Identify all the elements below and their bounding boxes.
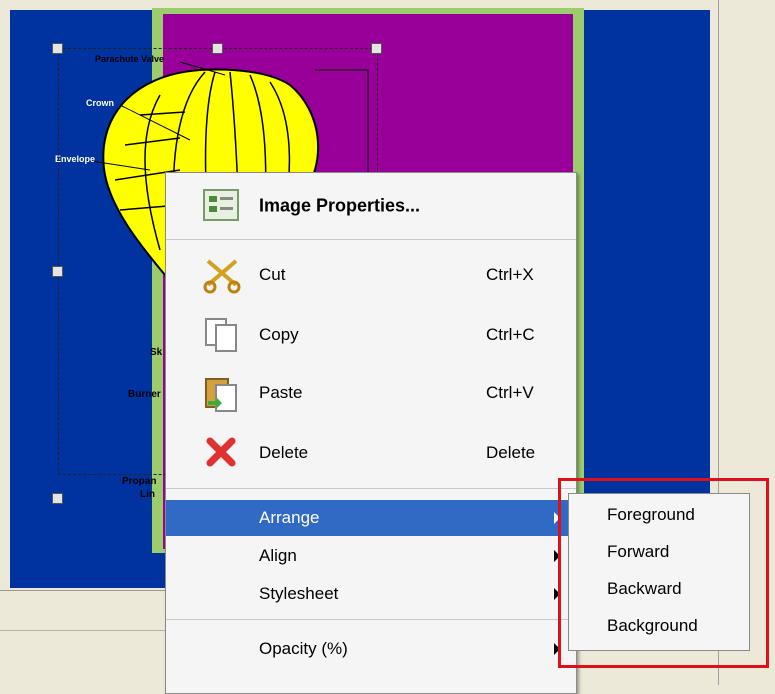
paste-label: Paste xyxy=(259,383,303,402)
menu-item-arrange[interactable]: Arrange xyxy=(166,500,576,536)
resize-handle-top-center[interactable] xyxy=(212,43,223,54)
menu-separator xyxy=(166,239,576,240)
arrange-label: Arrange xyxy=(259,508,320,527)
opacity-label: Opacity (%) xyxy=(259,639,348,658)
image-properties-label: Image Properties... xyxy=(259,195,421,216)
menu-item-delete[interactable]: Delete Delete xyxy=(166,429,576,477)
resize-handle-top-left[interactable] xyxy=(52,43,63,54)
menu-item-align[interactable]: Align xyxy=(166,538,576,574)
paste-shortcut: Ctrl+V xyxy=(486,383,534,402)
menu-item-opacity[interactable]: Opacity (%) xyxy=(166,631,576,667)
menu-item-image-properties[interactable]: Image Properties... xyxy=(166,180,576,232)
align-label: Align xyxy=(259,546,297,565)
paste-icon xyxy=(202,373,242,413)
menu-item-stylesheet[interactable]: Stylesheet xyxy=(166,576,576,612)
menu-item-paste[interactable]: Paste Ctrl+V xyxy=(166,369,576,417)
cut-shortcut: Ctrl+X xyxy=(486,265,534,284)
menu-item-cut[interactable]: Cut Ctrl+X xyxy=(166,251,576,299)
menu-separator xyxy=(166,488,576,489)
resize-handle-middle-left[interactable] xyxy=(52,266,63,277)
context-menu: Image Properties... Cut Ctrl+X Copy Ctrl… xyxy=(165,172,577,694)
delete-label: Delete xyxy=(259,443,309,462)
delete-shortcut: Delete xyxy=(486,443,536,462)
copy-label: Copy xyxy=(259,325,299,344)
menu-separator xyxy=(166,619,576,620)
menu-item-copy[interactable]: Copy Ctrl+C xyxy=(166,311,576,359)
copy-shortcut: Ctrl+C xyxy=(486,325,535,344)
cut-label: Cut xyxy=(259,265,286,284)
resize-handle-top-right[interactable] xyxy=(371,43,382,54)
delete-x-icon xyxy=(202,433,242,473)
label-propane: Propan xyxy=(122,476,157,487)
resize-handle-bottom-left[interactable] xyxy=(52,493,63,504)
stylesheet-label: Stylesheet xyxy=(259,584,339,603)
copy-icon xyxy=(202,315,242,355)
image-properties-icon xyxy=(202,186,242,226)
scissors-icon xyxy=(202,255,242,295)
label-line: Lin xyxy=(140,489,155,500)
highlight-annotation-box xyxy=(558,478,769,668)
